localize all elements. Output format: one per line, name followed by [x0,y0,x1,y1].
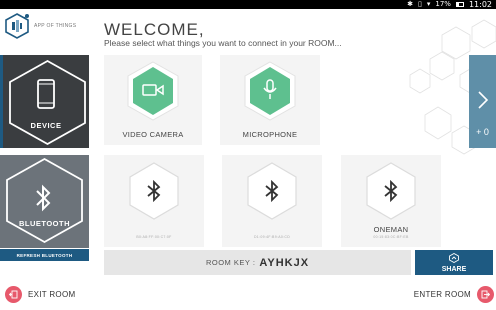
app-logo-icon [5,13,29,39]
next-page-tab[interactable]: + 0 [469,55,496,148]
vibrate-icon: ▯ [418,0,422,8]
exit-room-label: EXIT ROOM [28,290,76,299]
share-button[interactable]: SHARE [415,250,493,275]
enter-room-label: ENTER ROOM [413,290,471,299]
device-address: D1:09:4F:B9:A0:CD [253,235,291,239]
bluetooth-icon [147,180,161,202]
microphone-card[interactable]: MICROPHONE [220,55,320,145]
room-key-bar: ROOM KEY : AYHKJX [104,250,411,275]
share-icon [449,253,459,263]
exit-icon [5,286,22,303]
battery-percent: 17% [435,0,451,8]
enter-room-button[interactable]: ENTER ROOM [414,286,494,303]
wifi-icon: ▾ [426,0,431,8]
page-subtitle: Please select what things you want to co… [104,38,342,48]
room-key-value: AYHKJX [259,256,310,269]
bluetooth-icon [265,180,279,202]
bluetooth-status-icon: ✱ [407,0,413,8]
app-logo: APP OF THINGS [4,13,76,39]
video-camera-icon [142,84,164,96]
page-title: WELCOME, [104,20,205,39]
category-label: DEVICE [30,121,62,130]
bluetooth-icon [384,180,398,202]
selected-count: + 0 [476,127,489,137]
app-name: APP OF THINGS [34,23,77,29]
category-device[interactable]: DEVICE [0,55,89,148]
video-camera-card[interactable]: VIDEO CAMERA [104,55,202,145]
smartphone-icon [37,79,55,109]
device-address: 00:15:83:0C:BF:EB [373,235,409,239]
bluetooth-device-card[interactable]: ONEMAN 00:15:83:0C:BF:EB [341,155,441,247]
bluetooth-device-card[interactable]: D1:09:4F:B9:A0:CD [222,155,322,247]
status-bar: ✱ ▯ ▾ 17% 11:02 [0,0,496,9]
bluetooth-device-card[interactable]: B0:A8:FF:00:C7:0F [104,155,204,247]
microphone-icon [263,79,277,99]
enter-icon [477,286,494,303]
category-bluetooth[interactable]: BLUETOOTH [0,155,89,248]
card-label: VIDEO CAMERA [122,130,184,139]
card-label: MICROPHONE [242,130,298,139]
refresh-bluetooth-button[interactable]: REFRESH BLUETOOTH [0,249,89,261]
card-label: ONEMAN [373,225,409,234]
battery-icon [455,2,464,7]
device-address: B0:A8:FF:00:C7:0F [136,235,172,239]
bluetooth-icon [36,184,51,212]
room-key-label: ROOM KEY : [205,258,256,267]
exit-room-button[interactable]: EXIT ROOM [5,286,75,303]
share-label: SHARE [441,266,467,273]
chevron-right-icon [478,91,489,109]
category-label: BLUETOOTH [18,219,71,228]
clock: 11:02 [468,0,492,9]
